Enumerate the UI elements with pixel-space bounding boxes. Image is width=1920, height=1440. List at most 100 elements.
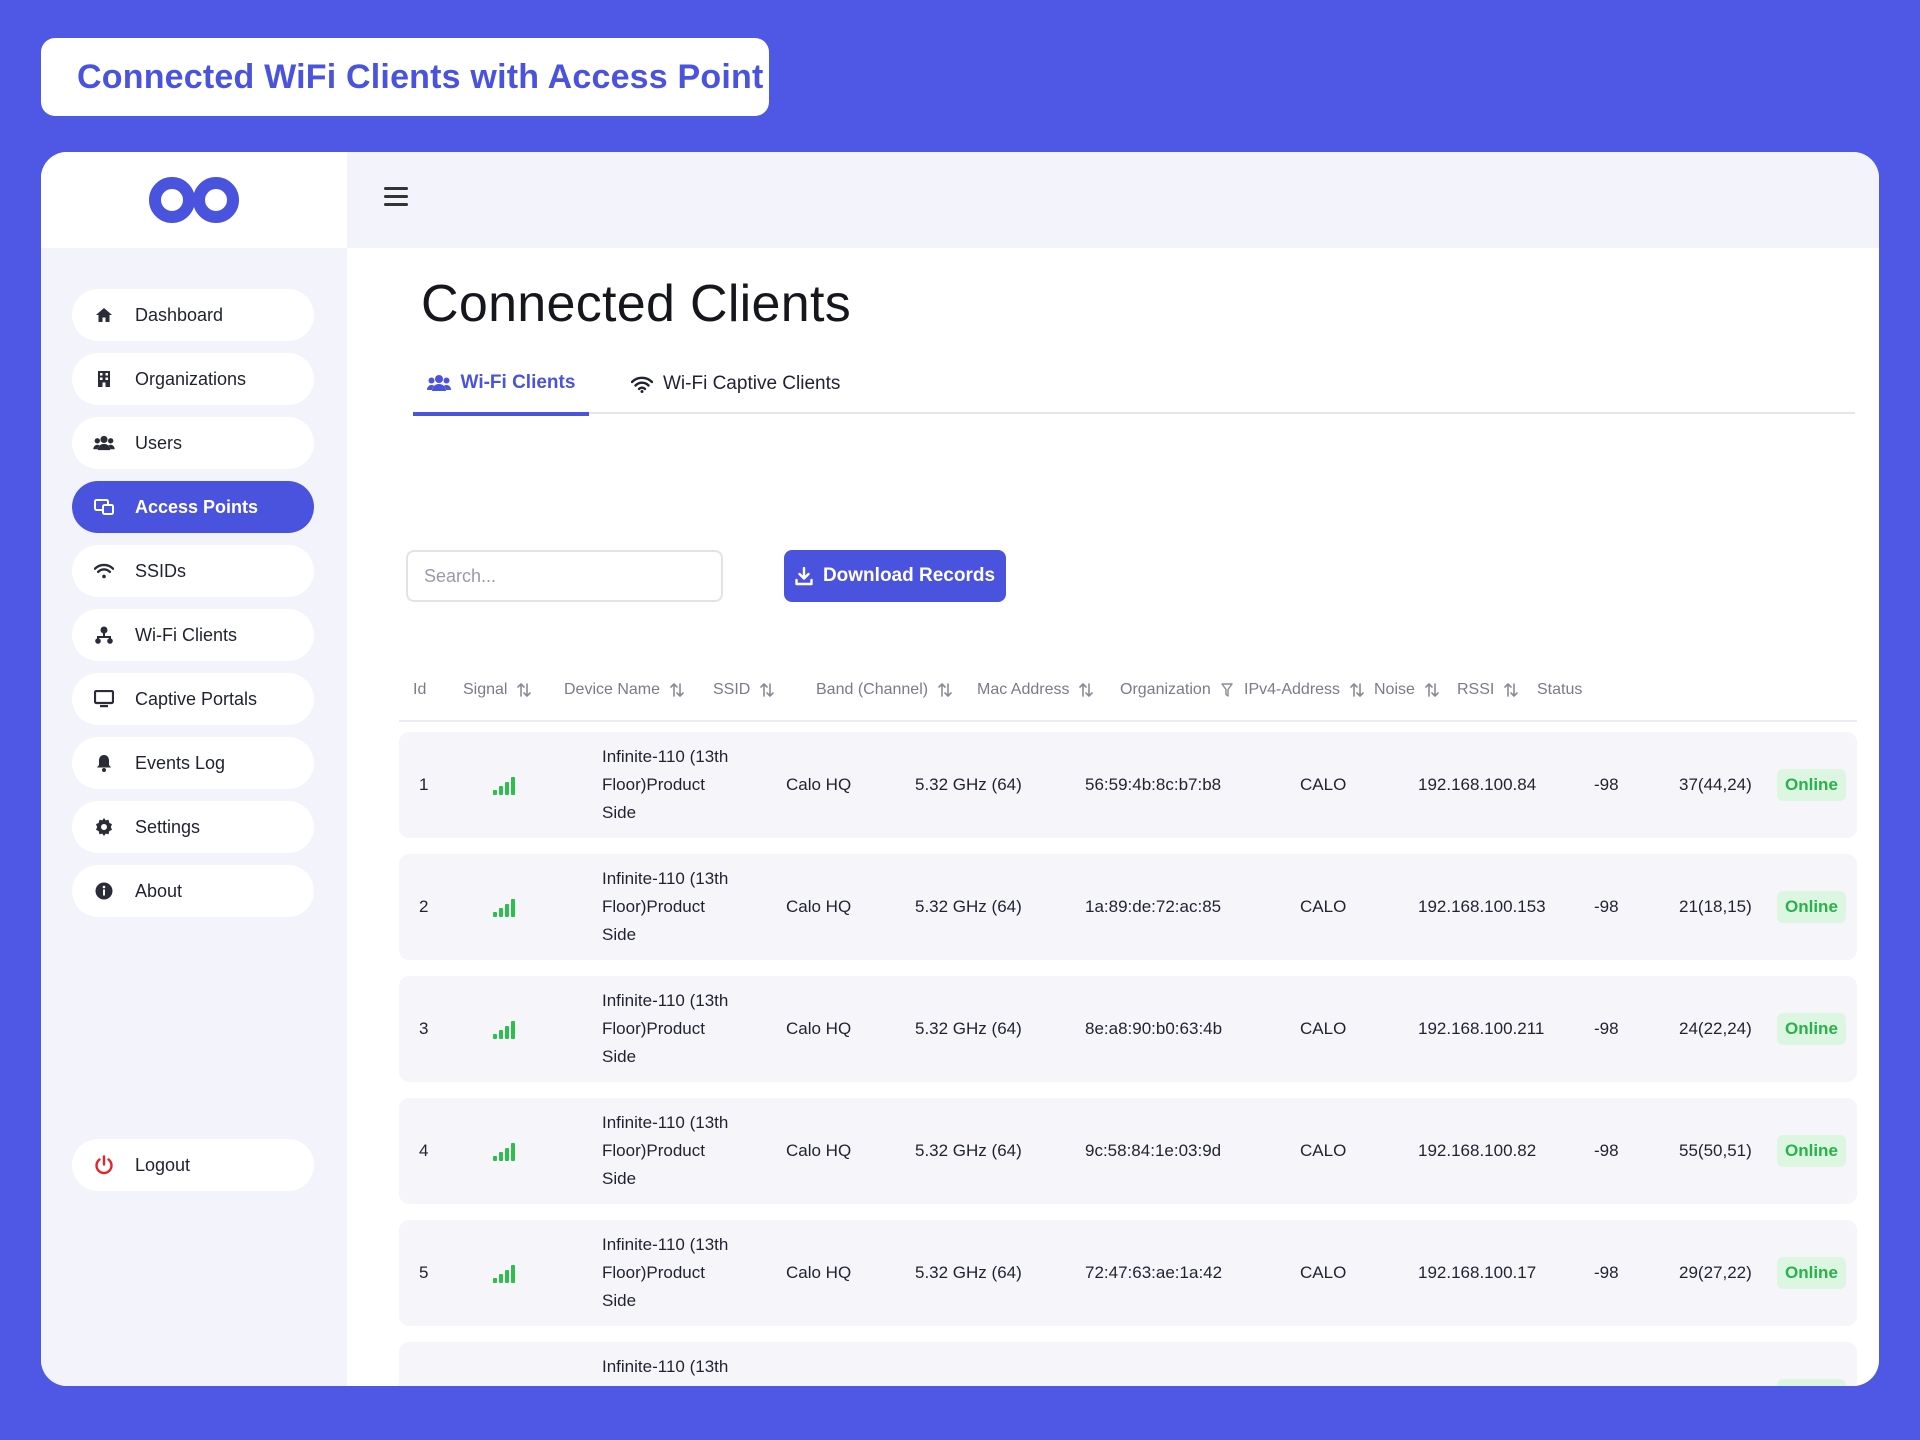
sort-icon[interactable] [1350,682,1364,698]
cell-mac-address: 56:59:4b:8c:b7:b8 [1085,775,1222,794]
cell-ssid: Calo HQ [786,897,852,916]
sort-icon[interactable] [760,682,775,698]
download-records-button[interactable]: Download Records [784,550,1006,602]
sort-icon[interactable] [1425,682,1439,698]
column-header-label: Band (Channel) [816,681,929,698]
logo[interactable] [41,152,347,248]
logout-label: Logout [135,1154,191,1175]
column-header-label: RSSI [1457,681,1495,698]
topbar [347,152,1879,248]
sidebar-item-dashboard[interactable]: Dashboard [72,289,314,341]
signal-strength-icon [493,854,519,960]
column-header-organization[interactable]: Organization [1120,660,1233,720]
cell-organization: CALO [1300,1263,1347,1282]
gear-icon [90,816,118,838]
cell-device-name: Infinite-110 (13thFloor)ProductSide [602,1220,752,1326]
wifi-icon [90,560,118,582]
cell-id: 2 [419,897,429,916]
column-header-rssi[interactable]: RSSI [1457,660,1519,720]
sort-icon[interactable] [938,682,952,698]
cell-mac-address: 72:47:63:ae:1a:42 [1085,1263,1223,1282]
signal-strength-icon [493,1220,519,1326]
sidebar-item-ssids[interactable]: SSIDs [72,545,314,597]
cell-id: 3 [419,1019,429,1038]
infinity-logo-icon [149,177,239,223]
device-name-line: Side [602,1291,637,1310]
cell-organization: CALO [1300,1019,1347,1038]
cell-id: 1 [419,775,429,794]
building-icon [90,368,118,390]
cell-mac-address: 9c:58:84:1e:03:9d [1085,1141,1222,1160]
column-header-device-name[interactable]: Device Name [564,660,684,720]
filter-icon[interactable] [1221,683,1233,697]
device-name-line: Infinite-110 (13th [602,869,729,888]
tab-label: Wi-Fi Clients [460,372,576,393]
status-badge: Online [1777,1257,1846,1289]
tab-wifi-captive-clients[interactable]: Wi-Fi Captive Clients [631,354,840,414]
cell-organization: CALO [1300,897,1347,916]
sidebar-item-label: Dashboard [135,304,224,325]
logout-button[interactable]: Logout [72,1139,314,1191]
cell-noise: -98 [1594,1141,1619,1160]
table-row[interactable]: 5 Infinite-110 (13th Floor)Product Side Calo… [399,1220,1857,1326]
table-row[interactable]: 4 Infinite-110 (13th Floor)Product Side Calo… [399,1098,1857,1204]
column-header-ssid[interactable]: SSID [713,660,775,720]
column-header-id: Id [413,660,426,720]
column-header-status: Status [1537,660,1582,720]
sidebar-item-events-log[interactable]: Events Log [72,737,314,789]
sidebar-item-users[interactable]: Users [72,417,314,469]
tab-wifi-clients[interactable]: Wi-Fi Clients [413,354,589,416]
cell-band: 5.32 GHz (64) [915,775,1022,794]
sort-icon[interactable] [517,682,532,698]
device-name-line: Side [602,1047,637,1066]
status-cell: Online [1777,854,1846,960]
download-label: Download Records [822,565,996,586]
sidebar-item-settings[interactable]: Settings [72,801,314,853]
table-header: Id Signal Device Name SSID Band (Channel) Mac… [399,660,1857,722]
cell-id: 4 [419,1141,429,1160]
cell-device-name: Infinite-110 (13thFloor)ProductSide [602,1342,752,1386]
cell-rssi: 24(22,24) [1679,1019,1752,1038]
sidebar: Dashboard Organizations Users Access Points… [41,152,347,1386]
column-header-band-channel[interactable]: Band (Channel) [816,660,952,720]
cell-rssi: 29(27,22) [1679,1263,1752,1282]
cell-ssid: Calo HQ [786,775,852,794]
sidebar-item-label: Wi-Fi Clients [135,624,237,645]
column-header-ipv4-address[interactable]: IPv4-Address [1244,660,1364,720]
sidebar-item-label: Settings [135,816,201,837]
column-header-mac-address[interactable]: Mac Address [977,660,1094,720]
sidebar-item-captive-portals[interactable]: Captive Portals [72,673,314,725]
table-row[interactable]: 6Infinite-110 (13thFloor)ProductSideCalo… [399,1342,1857,1386]
sidebar-nav: Dashboard Organizations Users Access Points… [72,289,314,1191]
sidebar-item-access-points[interactable]: Access Points [72,481,314,533]
cell-mac-address: 1a:89:de:72:ac:85 [1085,897,1222,916]
bell-icon [90,752,118,774]
cell-ipv4-address: 192.168.100.211 [1418,1019,1545,1038]
column-header-label: SSID [713,681,751,698]
page-title: Connected Clients [421,275,852,333]
search-input[interactable] [406,550,723,602]
hamburger-menu-icon[interactable] [384,187,408,209]
table-row[interactable]: 1 Infinite-110 (13th Floor)Product Side Calo… [399,732,1857,838]
table-row[interactable]: 2 Infinite-110 (13th Floor)Product Side Calo… [399,854,1857,960]
cell-ssid: Calo HQ [786,1019,852,1038]
sidebar-item-wi-fi-clients[interactable]: Wi-Fi Clients [72,609,314,661]
sidebar-item-about[interactable]: About [72,865,314,917]
column-header-noise[interactable]: Noise [1374,660,1439,720]
sort-icon[interactable] [1504,682,1519,698]
sort-icon[interactable] [1079,682,1094,698]
tab-bar: Wi-Fi Clients Wi-Fi Captive Clients [413,354,1855,416]
device-name-line: Floor)Product [602,1019,705,1038]
cell-noise: -98 [1594,1263,1619,1282]
sort-icon[interactable] [670,682,684,698]
device-name-line: Infinite-110 (13th [602,1357,729,1376]
sidebar-item-label: Access Points [135,496,259,517]
column-header-signal[interactable]: Signal [463,660,532,720]
cell-ipv4-address: 192.168.100.17 [1418,1263,1537,1282]
column-header-label: Mac Address [977,681,1070,698]
table-row[interactable]: 3 Infinite-110 (13th Floor)Product Side Calo… [399,976,1857,1082]
device-name-line: Infinite-110 (13th [602,747,729,766]
status-cell: Online [1777,732,1846,838]
network-icon [90,624,118,646]
sidebar-item-organizations[interactable]: Organizations [72,353,314,405]
